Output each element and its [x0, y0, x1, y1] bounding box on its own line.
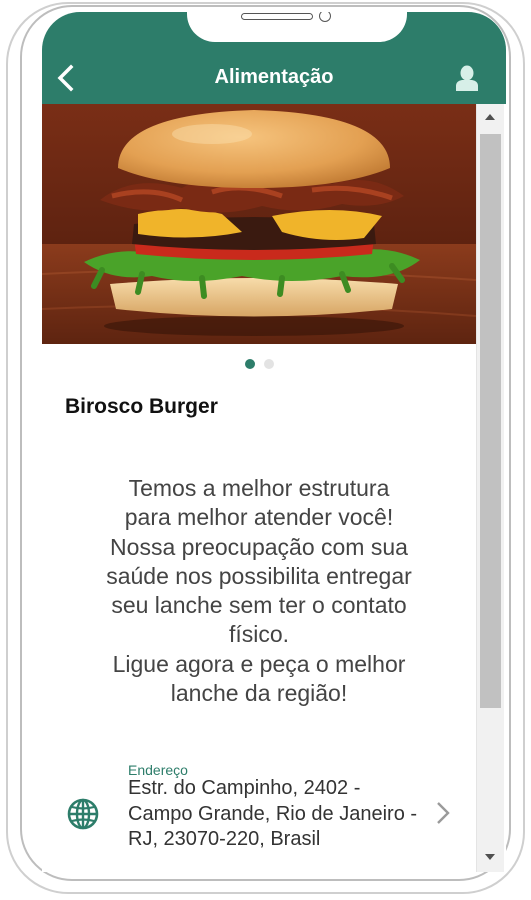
content-area: Birosco Burger Temos a melhor estrutura …	[42, 104, 476, 872]
address-value: Estr. do Campinho, 2402 - Campo Grande, …	[128, 777, 418, 850]
scrollbar[interactable]	[476, 104, 504, 872]
camera-icon	[319, 12, 331, 22]
carousel-dot-2[interactable]	[263, 359, 274, 369]
page-title: Alimentação	[214, 66, 334, 88]
venue-name: Birosco Burger	[65, 395, 218, 418]
profile-button[interactable]	[454, 64, 480, 92]
app-screen: Alimentação Birosco Burger Temos a melho…	[42, 12, 506, 872]
carousel-dots	[42, 359, 476, 371]
user-icon	[456, 65, 478, 91]
venue-description: Temos a melhor estrutura para melhor ate…	[106, 475, 412, 707]
carousel-image[interactable]	[42, 104, 476, 344]
scrollbar-thumb[interactable]	[480, 134, 501, 708]
carousel-dot-1[interactable]	[244, 359, 255, 369]
app-header: Alimentação	[42, 12, 506, 104]
chevron-right-icon	[437, 802, 450, 824]
phone-notch	[187, 12, 407, 42]
burger-photo	[42, 104, 476, 344]
address-row[interactable]: Endereço Estr. do Campinho, 2402 - Campo…	[42, 752, 476, 872]
scroll-up-arrow-icon[interactable]	[485, 114, 495, 120]
scroll-down-arrow-icon[interactable]	[485, 854, 495, 860]
globe-icon	[67, 798, 99, 830]
speaker-icon	[241, 13, 313, 20]
